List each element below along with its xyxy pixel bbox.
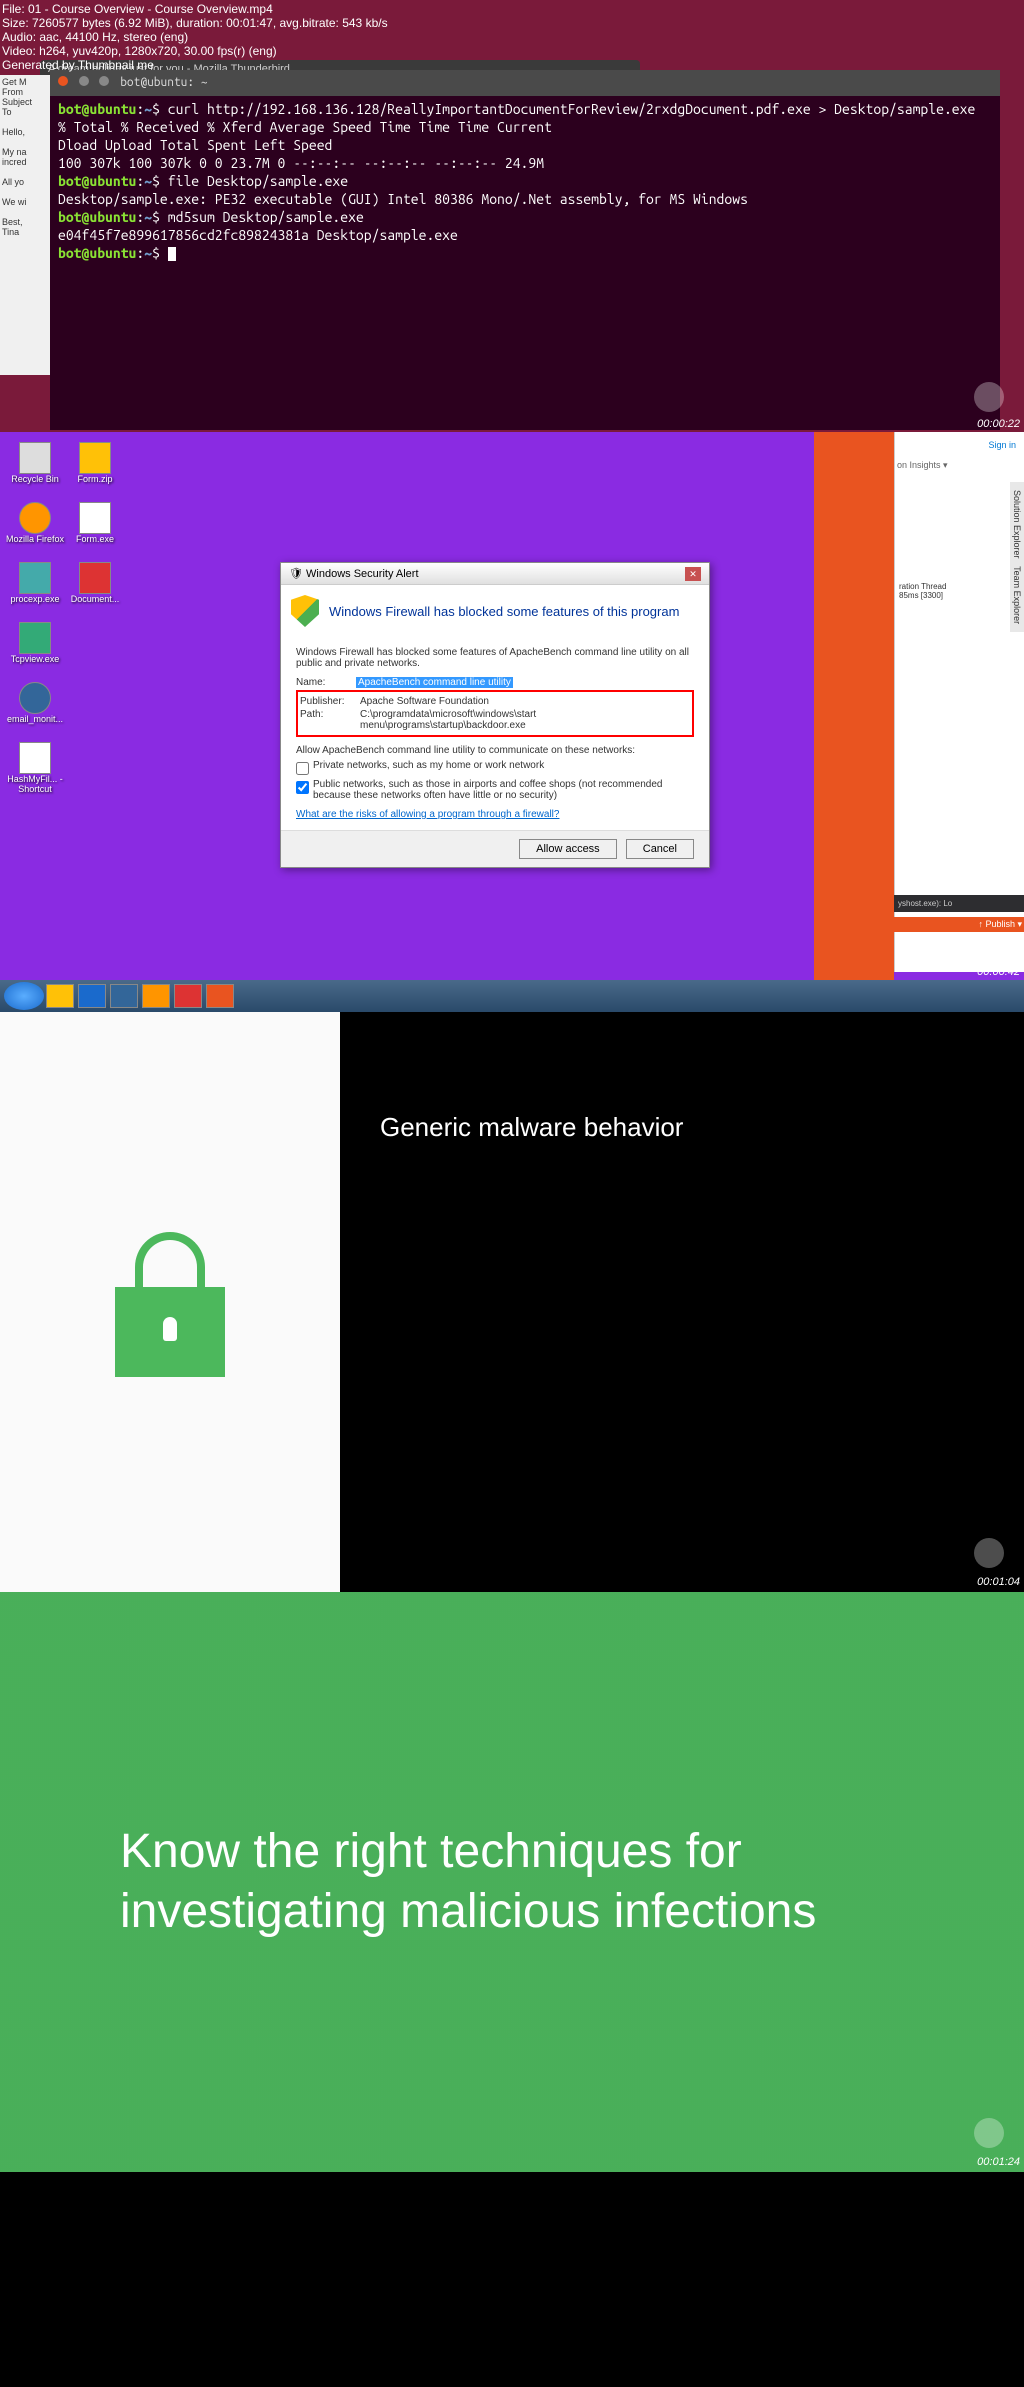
slide-headline: Know the right techniques for investigat… [120, 1822, 904, 1942]
meta-audio: Audio: aac, 44100 Hz, stereo (eng) [2, 30, 388, 44]
firewall-risks-link[interactable]: What are the risks of allowing a program… [296, 809, 694, 820]
slide-graphic [0, 1012, 340, 1592]
play-icon[interactable] [974, 2118, 1004, 2148]
vs-output: yshost.exe): Lo [894, 895, 1024, 912]
panel-slide-techniques: Know the right techniques for investigat… [0, 1592, 1024, 2172]
taskbar-firefox-icon[interactable] [142, 984, 170, 1008]
checkbox-private[interactable]: Private networks, such as my home or wor… [296, 760, 694, 775]
cursor [168, 247, 176, 261]
firewall-dialog: 🛡 Windows Security Alert ✕ Windows Firew… [280, 562, 710, 868]
timestamp: 00:00:22 [977, 418, 1020, 430]
vs-side-tabs[interactable]: Solution Explorer Team Explorer [1010, 482, 1024, 632]
shield-icon [291, 595, 319, 627]
desktop-icon-procexp[interactable]: procexp.exe [5, 562, 65, 617]
terminal-title: bot@ubuntu: ~ [120, 76, 207, 89]
visual-studio-panel: Sign in on Insights ▾ Solution Explorer … [894, 432, 1024, 972]
taskbar-wireshark-icon[interactable] [78, 984, 106, 1008]
orange-panel [814, 432, 894, 1007]
desktop-icon-formexe[interactable]: Form.exe [65, 502, 125, 557]
maximize-icon[interactable] [99, 76, 109, 86]
lock-icon [110, 1232, 230, 1372]
meta-video: Video: h264, yuv420p, 1280x720, 30.00 fp… [2, 44, 388, 58]
terminal-content: bot@ubuntu:~$ curl http://192.168.136.12… [58, 100, 992, 262]
taskbar[interactable] [0, 980, 1024, 1012]
vs-signin[interactable]: Sign in [895, 432, 1024, 458]
play-icon[interactable] [974, 382, 1004, 412]
taskbar-explorer-icon[interactable] [46, 984, 74, 1008]
desktop-icon-document[interactable]: Document... [65, 562, 125, 617]
desktop-icons: Recycle Bin Form.zip Mozilla Firefox For… [5, 442, 125, 802]
dialog-titlebar[interactable]: 🛡 Windows Security Alert ✕ [281, 563, 709, 585]
email-preview: Get M From Subject To Hello, My na incre… [0, 75, 50, 375]
meta-file: File: 01 - Course Overview - Course Over… [2, 2, 388, 16]
taskbar-thunderbird-icon[interactable] [110, 984, 138, 1008]
start-button[interactable] [4, 982, 44, 1010]
allow-button[interactable]: Allow access [519, 839, 617, 859]
play-icon[interactable] [974, 1538, 1004, 1568]
dialog-buttons: Allow access Cancel [281, 830, 709, 867]
desktop-icon-firefox[interactable]: Mozilla Firefox [5, 502, 65, 557]
desktop-icon-tcpview[interactable]: Tcpview.exe [5, 622, 65, 677]
panel-windows-desktop: Recycle Bin Form.zip Mozilla Firefox For… [0, 432, 1024, 1012]
timestamp: 00:01:24 [977, 2156, 1020, 2168]
desktop-icon-hashmyfiles[interactable]: HashMyFil... - Shortcut [5, 742, 65, 797]
terminal-window[interactable]: bot@ubuntu: ~ bot@ubuntu:~$ curl http://… [50, 70, 1000, 430]
dialog-header: Windows Firewall has blocked some featur… [281, 585, 709, 637]
timestamp: 00:01:04 [977, 1576, 1020, 1588]
taskbar-adobe-icon[interactable] [174, 984, 202, 1008]
video-metadata: File: 01 - Course Overview - Course Over… [0, 0, 390, 74]
desktop-icon-email[interactable]: email_monit... [5, 682, 65, 737]
timestamp: 00:00:42 [977, 966, 1020, 978]
slide-text: Generic malware behavior [340, 1012, 1024, 1592]
meta-gen: Generated by Thumbnail me [2, 58, 388, 72]
taskbar-app-icon[interactable] [206, 984, 234, 1008]
minimize-icon[interactable] [79, 76, 89, 86]
meta-size: Size: 7260577 bytes (6.92 MiB), duration… [2, 16, 388, 30]
panel-slide-behavior: Generic malware behavior 00:01:04 [0, 1012, 1024, 1592]
checkbox-public[interactable]: Public networks, such as those in airpor… [296, 779, 694, 801]
desktop-icon-formzip[interactable]: Form.zip [65, 442, 125, 497]
highlighted-path: Publisher: Apache Software Foundation Pa… [296, 690, 694, 737]
vs-publish[interactable]: ↑ Publish ▾ [894, 917, 1024, 932]
close-icon[interactable] [58, 76, 68, 86]
close-icon[interactable]: ✕ [685, 567, 701, 581]
panel-terminal: File: 01 - Course Overview - Course Over… [0, 0, 1024, 432]
dialog-body: Windows Firewall has blocked some featur… [281, 637, 709, 830]
desktop-icon-recycle[interactable]: Recycle Bin [5, 442, 65, 497]
cancel-button[interactable]: Cancel [626, 839, 694, 859]
